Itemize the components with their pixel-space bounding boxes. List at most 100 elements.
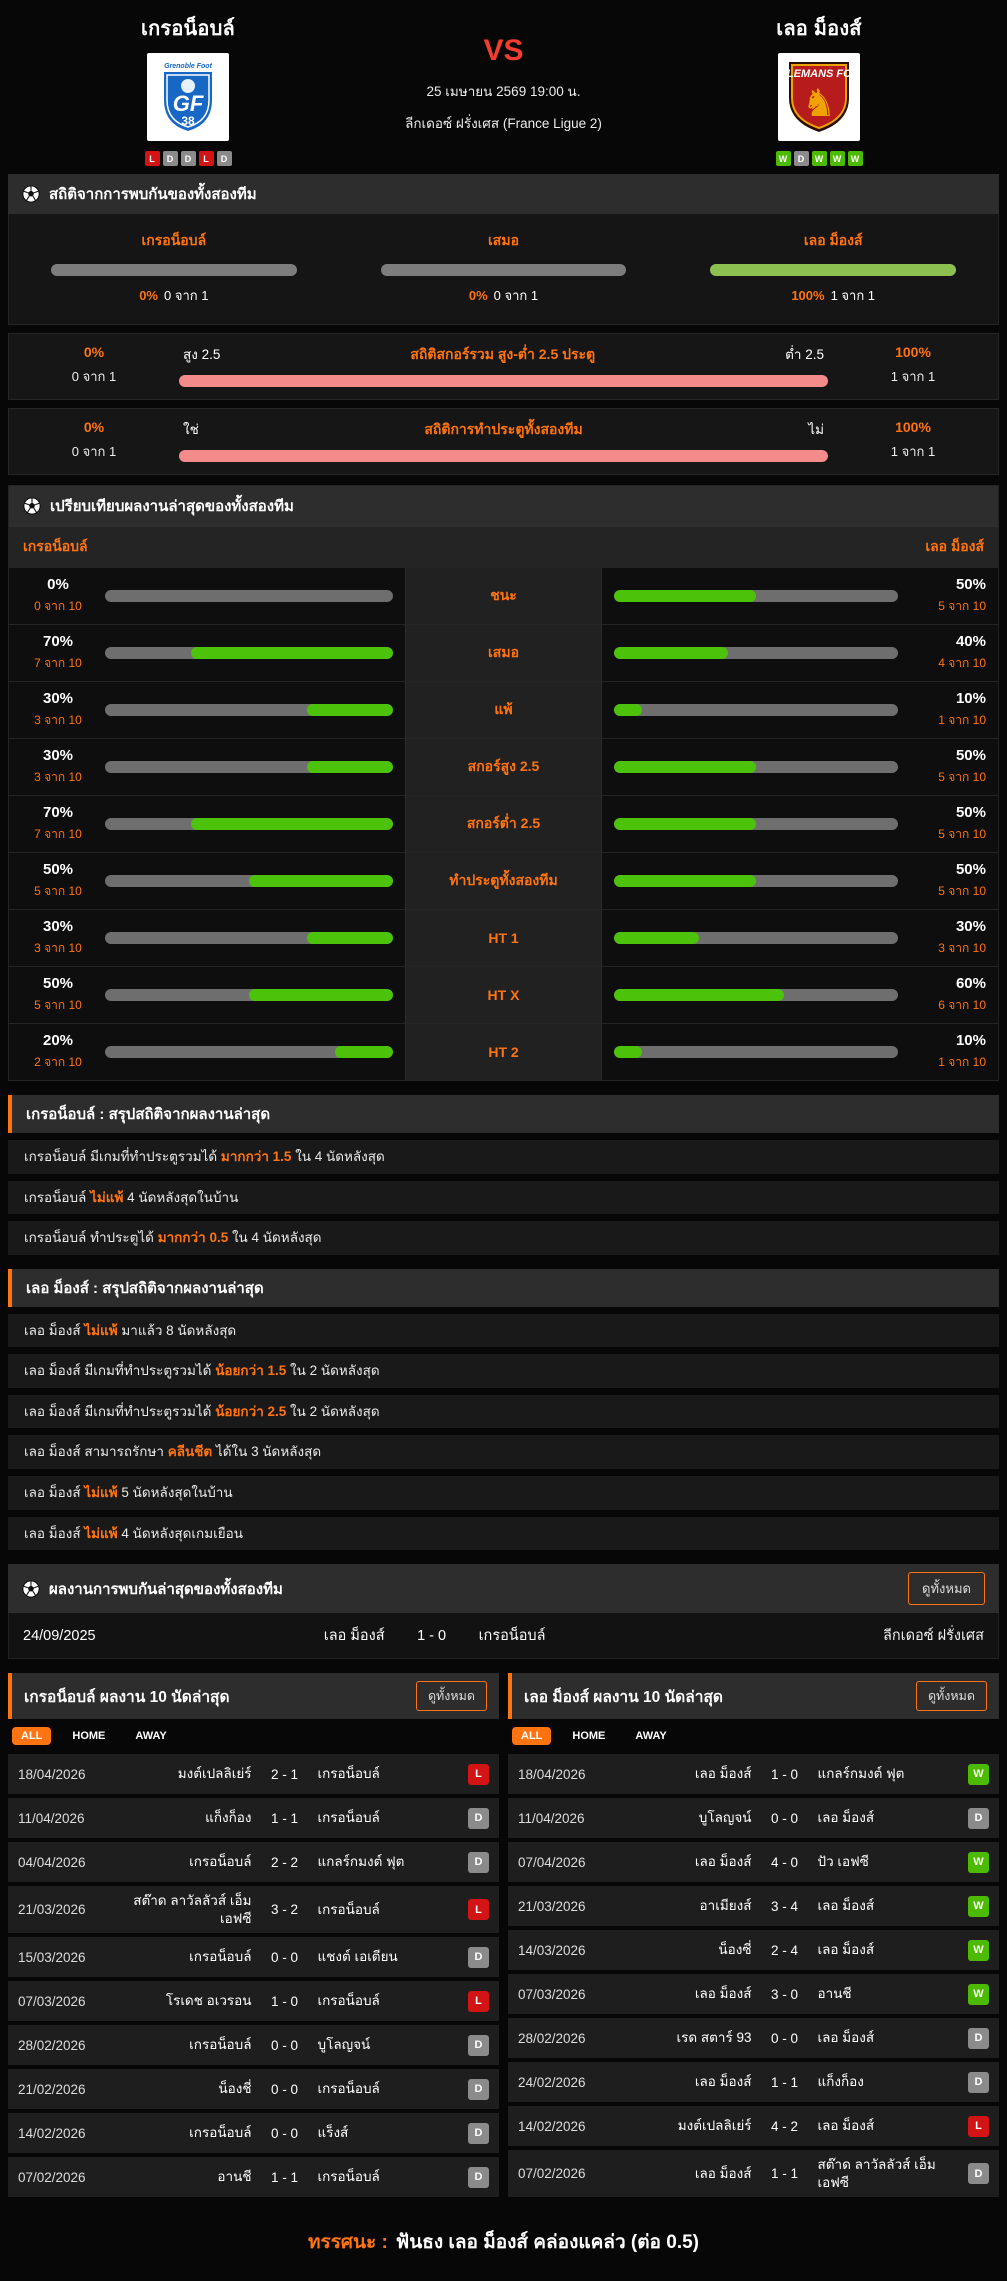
- comparison-home-bar: [105, 818, 393, 830]
- match-result: D: [461, 2078, 489, 2100]
- match-row[interactable]: 07/02/2026 อานชี 1 - 1 เกรอน็อบล์ D: [8, 2157, 499, 2198]
- match-away-team: เลอ ม็องส์: [817, 1898, 875, 1914]
- match-result: D: [461, 2166, 489, 2188]
- match-datetime: 25 เมษายน 2569 19:00 น.: [426, 84, 581, 99]
- comparison-away-bar: [614, 590, 898, 602]
- comparison-home-side: 70% 7 จาก 10: [9, 796, 405, 852]
- match-date: 15/03/2026: [18, 1949, 86, 1965]
- comparison-away-stat: 30% 3 จาก 10: [938, 918, 986, 955]
- h2h-stats-title: สถิติจากการพบกันของทั้งสองทีม: [49, 186, 257, 203]
- match-home-team: เกรอน็อบล์: [189, 2125, 252, 2141]
- result-badge: L: [968, 2115, 989, 2137]
- match-home-team: มงต์เปลลิเย่ร์: [177, 1766, 252, 1782]
- tab-away[interactable]: AWAY: [126, 1727, 175, 1745]
- match-result: D: [461, 1851, 489, 1873]
- form-result-badge: D: [162, 151, 178, 166]
- vs-label: VS: [483, 34, 524, 67]
- comparison-home-stat: 30% 3 จาก 10: [34, 747, 82, 784]
- btts-no-label: ไม่: [808, 422, 824, 437]
- match-row[interactable]: 21/03/2026 สต๊าด ลาวัลลัวส์ เอ็ม เอฟซี 3…: [8, 1886, 499, 1934]
- comparison-home-side: 30% 3 จาก 10: [9, 910, 405, 966]
- match-home-team: โรเดช อเวรอน: [165, 1993, 252, 2009]
- comparison-home-side: 50% 5 จาก 10: [9, 967, 405, 1023]
- match-row[interactable]: 07/02/2026 เลอ ม็องส์ 1 - 1 สต๊าด ลาวัลล…: [508, 2150, 999, 2198]
- match-away-team: แร็งส์: [317, 2125, 349, 2141]
- match-row[interactable]: 18/04/2026 มงต์เปลลิเย่ร์ 2 - 1 เกรอน็อบ…: [8, 1754, 499, 1795]
- away-recent-table: เลอ ม็องส์ ผลงาน 10 นัดล่าสุด ดูทั้งหมด …: [508, 1673, 999, 2198]
- match-row[interactable]: 28/02/2026 เกรอน็อบล์ 0 - 0 บูโลญจน์ D: [8, 2025, 499, 2066]
- tab-home[interactable]: HOME: [63, 1727, 114, 1745]
- match-away-team: เกรอน็อบล์: [317, 1766, 380, 1782]
- h2h-stat: 0% 0 จาก 1: [468, 288, 539, 303]
- match-result: W: [961, 1763, 989, 1785]
- match-score: 2 - 2: [270, 1854, 298, 1870]
- match-away-team: แกลร์กมงต์ ฟุต: [317, 1854, 405, 1870]
- match-result: D: [461, 1946, 489, 1968]
- result-badge: D: [468, 1851, 489, 1873]
- comparison-away-stat: 10% 1 จาก 10: [938, 690, 986, 727]
- tab-away[interactable]: AWAY: [626, 1727, 675, 1745]
- tab-home[interactable]: HOME: [563, 1727, 614, 1745]
- match-row[interactable]: 07/03/2026 โรเดช อเวรอน 1 - 0 เกรอน็อบล์…: [8, 1981, 499, 2022]
- match-row[interactable]: 07/03/2026 เลอ ม็องส์ 3 - 0 อานชี W: [508, 1974, 999, 2015]
- comparison-home-bar: [105, 932, 393, 944]
- h2h-result-score: 1 - 0: [417, 1627, 447, 1644]
- match-row[interactable]: 04/04/2026 เกรอน็อบล์ 2 - 2 แกลร์กมงต์ ฟ…: [8, 1842, 499, 1883]
- comparison-row-label: ทำประตูทั้งสองทีม: [405, 853, 602, 909]
- match-row[interactable]: 14/03/2026 น็องซี่ 2 - 4 เลอ ม็องส์ W: [508, 1930, 999, 1971]
- away-table-view-all-button[interactable]: ดูทั้งหมด: [915, 1681, 987, 1712]
- match-away-team: บูโลญจน์: [317, 2037, 371, 2053]
- h2h-col-away: เลอ ม็องส์ 100% 1 จาก 1: [668, 230, 998, 306]
- match-row[interactable]: 11/04/2026 บูโลญจน์ 0 - 0 เลอ ม็องส์ D: [508, 1798, 999, 1839]
- match-row[interactable]: 14/02/2026 มงต์เปลลิเย่ร์ 4 - 2 เลอ ม็อง…: [508, 2106, 999, 2147]
- btts-right-stat: 100% 1 จาก 1: [890, 418, 936, 459]
- match-date: 24/02/2026: [518, 2074, 586, 2090]
- comparison-home-bar: [105, 590, 393, 602]
- h2h-result-home: เลอ ม็องส์: [323, 1628, 385, 1645]
- comparison-home-side: 30% 3 จาก 10: [9, 739, 405, 795]
- match-away-team: เลอ ม็องส์: [817, 1810, 875, 1826]
- comparison-home-bar: [105, 989, 393, 1001]
- match-home-team: แก็งก็อง: [205, 1810, 252, 1826]
- match-row[interactable]: 21/03/2026 อาเมียงส์ 3 - 4 เลอ ม็องส์ W: [508, 1886, 999, 1927]
- match-home-team: น็องชี่: [218, 2081, 252, 2097]
- result-badge: W: [968, 1939, 989, 1961]
- match-row[interactable]: 14/02/2026 เกรอน็อบล์ 0 - 0 แร็งส์ D: [8, 2113, 499, 2154]
- comparison-row-label: HT X: [405, 967, 602, 1023]
- h2h-col-label: เสมอ: [488, 232, 519, 248]
- form-result-badge: L: [198, 151, 214, 166]
- match-row[interactable]: 15/03/2026 เกรอน็อบล์ 0 - 0 แชงต์ เอเตีย…: [8, 1937, 499, 1978]
- h2h-view-all-button[interactable]: ดูทั้งหมด: [908, 1572, 985, 1606]
- h2h-results-section: ผลงานการพบกันล่าสุดของทั้งสองทีม ดูทั้งห…: [8, 1564, 999, 1660]
- match-score: 1 - 1: [270, 2169, 298, 2185]
- result-badge: D: [968, 1807, 989, 1829]
- match-score: 4 - 2: [770, 2118, 798, 2134]
- tab-all[interactable]: ALL: [12, 1727, 52, 1746]
- away-team-block: เลอ ม็องส์ LEMANS FC ♞ WDWWW: [639, 12, 999, 166]
- lemans-crest-icon: LEMANS FC ♞: [787, 62, 852, 132]
- tab-all[interactable]: ALL: [512, 1727, 552, 1746]
- match-result: L: [461, 1763, 489, 1785]
- match-result: W: [961, 1939, 989, 1961]
- match-away-team: เกรอน็อบล์: [317, 1901, 380, 1917]
- match-away-team: เกรอน็อบล์: [317, 1810, 380, 1826]
- match-row[interactable]: 07/04/2026 เลอ ม็องส์ 4 - 0 ปัว เอฟซี W: [508, 1842, 999, 1883]
- h2h-result-row[interactable]: 24/09/2025 เลอ ม็องส์ 1 - 0 เกรอน็อบล์ ล…: [8, 1613, 999, 1660]
- match-home-team: เกรอน็อบล์: [189, 2037, 252, 2053]
- match-date: 21/03/2026: [518, 1898, 586, 1914]
- match-row[interactable]: 21/02/2026 น็องชี่ 0 - 0 เกรอน็อบล์ D: [8, 2069, 499, 2110]
- h2h-bar: [710, 264, 957, 276]
- match-row[interactable]: 18/04/2026 เลอ ม็องส์ 1 - 0 แกลร์กมงต์ ฟ…: [508, 1754, 999, 1795]
- match-row[interactable]: 24/02/2026 เลอ ม็องส์ 1 - 1 แก็งก็อง D: [508, 2062, 999, 2103]
- match-result: D: [961, 2163, 989, 2185]
- match-row[interactable]: 11/04/2026 แก็งก็อง 1 - 1 เกรอน็อบล์ D: [8, 1798, 499, 1839]
- comparison-section: เปรียบเทียบผลงานล่าสุดของทั้งสองทีม เกรอ…: [8, 485, 999, 1081]
- over-under-panel: 0% 0 จาก 1 สูง 2.5 สถิติสกอร์รวม สูง-ต่ำ…: [8, 333, 999, 400]
- comparison-home-side: 20% 2 จาก 10: [9, 1024, 405, 1080]
- match-league: ลีกเดอซ์ ฝรั่งเศส (France Ligue 2): [405, 116, 602, 131]
- match-row[interactable]: 28/02/2026 เรด สตาร์ 93 0 - 0 เลอ ม็องส์…: [508, 2018, 999, 2059]
- home-table-view-all-button[interactable]: ดูทั้งหมด: [415, 1681, 487, 1712]
- ou-title: สถิติสกอร์รวม สูง-ต่ำ 2.5 ประตู: [410, 346, 596, 362]
- match-home-team: เลอ ม็องส์: [694, 2165, 752, 2181]
- ou-right-stat: 100% 1 จาก 1: [890, 343, 936, 384]
